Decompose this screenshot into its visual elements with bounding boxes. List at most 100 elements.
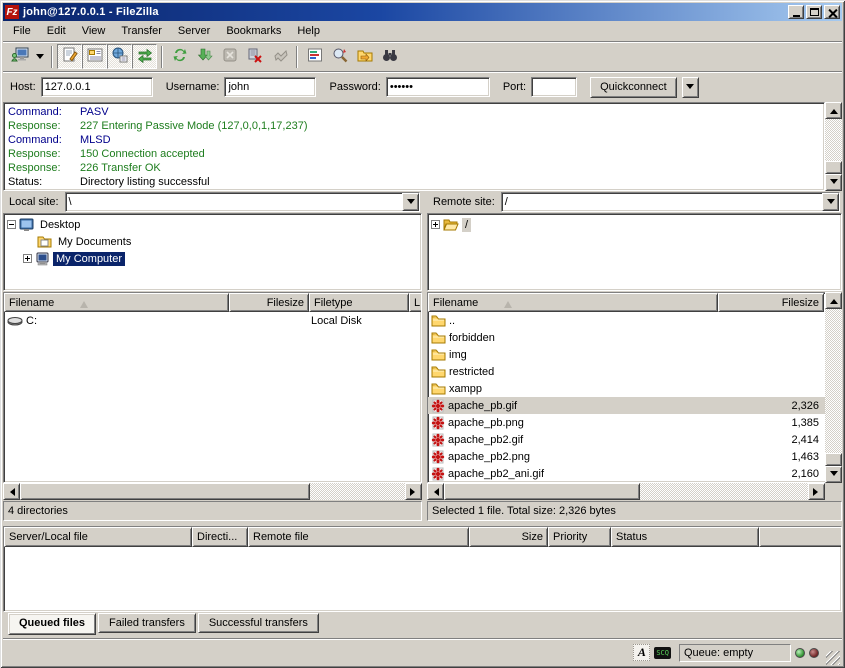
scroll-right-button[interactable] <box>808 483 825 500</box>
scrollbar-thumb[interactable] <box>444 483 640 500</box>
column-header-filesize[interactable]: Filesize <box>229 293 309 312</box>
title-bar[interactable]: Fz john@127.0.0.1 - FileZilla <box>3 3 842 21</box>
tree-item-local[interactable]: My Documents <box>4 233 421 250</box>
filesize-cell <box>718 380 824 397</box>
scroll-down-button[interactable] <box>825 466 842 483</box>
maximize-button[interactable] <box>806 5 822 19</box>
queue-column-priority[interactable]: Priority <box>548 527 611 547</box>
file-row[interactable]: apache_pb.gif2,326 <box>428 397 841 414</box>
tree-item-local[interactable]: My Computer <box>4 250 421 267</box>
close-button[interactable] <box>824 5 840 19</box>
file-row[interactable]: .. <box>428 312 841 329</box>
queue-column-size[interactable]: Size <box>469 527 548 547</box>
column-header-label: Filename <box>433 297 478 309</box>
scroll-up-button[interactable] <box>825 102 842 119</box>
password-input[interactable] <box>386 77 490 97</box>
menu-item-bookmarks[interactable]: Bookmarks <box>218 22 289 40</box>
queue-column-blank[interactable] <box>759 527 842 547</box>
file-row[interactable]: img <box>428 346 841 363</box>
file-row[interactable]: apache_pb.png1,385 <box>428 414 841 431</box>
column-header-l[interactable]: L <box>409 293 422 312</box>
imagefile-icon <box>431 467 445 481</box>
queue-column-server-local-file[interactable]: Server/Local file <box>4 527 192 547</box>
file-row[interactable]: apache_pb2.gif2,414 <box>428 431 841 448</box>
file-row[interactable]: C:Local Disk <box>4 312 421 329</box>
menu-item-file[interactable]: File <box>5 22 39 40</box>
find-files-button[interactable] <box>377 44 402 69</box>
local-site-dropdown[interactable] <box>402 193 419 211</box>
directory-listing-filters-button[interactable] <box>302 44 327 69</box>
refresh-button[interactable] <box>167 44 192 69</box>
remote-site-dropdown[interactable] <box>822 193 839 211</box>
remote-site-combo[interactable]: / <box>501 192 840 212</box>
log-line-type: Command: <box>4 133 80 147</box>
minimize-button[interactable] <box>788 5 804 19</box>
menu-item-transfer[interactable]: Transfer <box>113 22 170 40</box>
toggle-transfer-queue-button[interactable] <box>132 44 157 69</box>
resize-grip[interactable] <box>826 651 840 665</box>
scroll-right-button[interactable] <box>405 483 422 500</box>
toggle-local-tree-button[interactable] <box>82 44 107 69</box>
speed-limits-icon[interactable]: SCQ <box>654 647 671 659</box>
collapse-minus-icon[interactable] <box>7 220 16 229</box>
queue-column-status[interactable]: Status <box>611 527 759 547</box>
host-input[interactable] <box>41 77 153 97</box>
toggle-message-log-button[interactable] <box>57 44 82 69</box>
transfer-type-icon[interactable]: A <box>633 644 650 661</box>
quickconnect-button[interactable]: Quickconnect <box>590 77 677 98</box>
site-manager-button[interactable] <box>7 44 32 69</box>
menu-item-server[interactable]: Server <box>170 22 218 40</box>
file-row[interactable]: xampp <box>428 380 841 397</box>
queue-column-remote-file[interactable]: Remote file <box>248 527 469 547</box>
file-row[interactable]: restricted <box>428 363 841 380</box>
remote-list-vscrollbar[interactable] <box>825 292 842 483</box>
host-label: Host: <box>10 81 36 93</box>
scrollbar-thumb[interactable] <box>825 453 842 466</box>
column-header-filesize[interactable]: Filesize <box>718 293 824 312</box>
menu-item-help[interactable]: Help <box>289 22 328 40</box>
file-row[interactable]: apache_pb2.png1,463 <box>428 448 841 465</box>
cancel-operation-button[interactable] <box>217 44 242 69</box>
message-log-scrollbar[interactable] <box>825 102 842 191</box>
tree-item-local[interactable]: Desktop <box>4 216 421 233</box>
scroll-up-button[interactable] <box>825 292 842 309</box>
filename-cell: restricted <box>428 363 718 380</box>
remote-list-hscrollbar[interactable] <box>427 483 825 500</box>
quickconnect-dropdown[interactable] <box>682 77 699 98</box>
reconnect-button[interactable] <box>267 44 292 69</box>
minimize-icon <box>793 15 800 17</box>
scrollbar-thumb[interactable] <box>20 483 310 500</box>
toggle-remote-tree-button[interactable] <box>107 44 132 69</box>
expand-plus-icon[interactable] <box>23 254 32 263</box>
local-site-combo[interactable]: \ <box>65 192 420 212</box>
arrow-down-icon <box>830 179 838 188</box>
compare-directories-button[interactable] <box>327 44 352 69</box>
menu-item-edit[interactable]: Edit <box>39 22 74 40</box>
tab-queued-files[interactable]: Queued files <box>8 613 96 635</box>
log-line-text: 227 Entering Passive Mode (127,0,0,1,17,… <box>80 119 307 133</box>
scrollbar-thumb[interactable] <box>825 161 842 174</box>
username-input[interactable] <box>224 77 316 97</box>
port-input[interactable] <box>531 77 577 97</box>
disconnect-button[interactable] <box>242 44 267 69</box>
expand-plus-icon[interactable] <box>431 220 440 229</box>
file-row[interactable]: forbidden <box>428 329 841 346</box>
arrow-up-icon <box>830 105 838 114</box>
file-row[interactable]: apache_pb2_ani.gif2,160 <box>428 465 841 482</box>
menu-item-view[interactable]: View <box>74 22 114 40</box>
tree-item-remote[interactable]: / <box>428 216 841 233</box>
site-manager-dropdown[interactable] <box>32 44 47 69</box>
synchronized-browsing-button[interactable] <box>352 44 377 69</box>
process-queue-button[interactable] <box>192 44 217 69</box>
scroll-left-button[interactable] <box>3 483 20 500</box>
column-header-filename[interactable]: Filename <box>428 293 718 312</box>
scroll-left-button[interactable] <box>427 483 444 500</box>
column-header-filename[interactable]: Filename <box>4 293 229 312</box>
column-header-filetype[interactable]: Filetype <box>309 293 409 312</box>
tab-successful-transfers[interactable]: Successful transfers <box>198 613 319 633</box>
tab-failed-transfers[interactable]: Failed transfers <box>98 613 196 633</box>
queue-column-directi-[interactable]: Directi... <box>192 527 248 547</box>
local-list-hscrollbar[interactable] <box>3 483 422 500</box>
scroll-down-button[interactable] <box>825 174 842 191</box>
log-line-text: 150 Connection accepted <box>80 147 205 161</box>
